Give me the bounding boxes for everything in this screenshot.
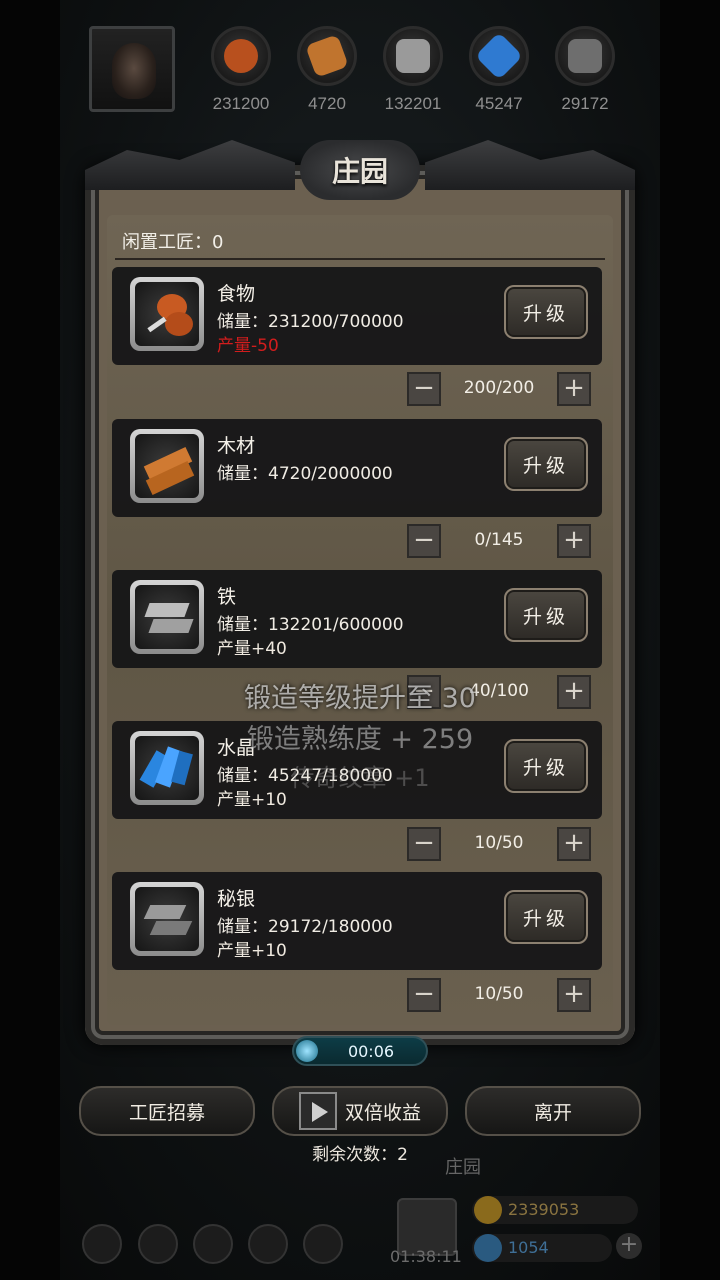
plus-button[interactable]: + — [557, 978, 591, 1012]
resource-row-iron: 铁 储量：132201/600000 产量+40 升级 — [112, 570, 602, 668]
plus-button[interactable]: + — [557, 675, 591, 709]
worker-count: 40/100 — [469, 681, 529, 701]
resource-iron: 132201 — [370, 26, 456, 114]
iron-icon — [383, 26, 443, 86]
worker-count: 10/50 — [474, 984, 524, 1004]
recruit-label: 工匠招募 — [128, 1101, 205, 1124]
resource-name: 秘银 — [217, 888, 256, 910]
resource-name: 水晶 — [217, 737, 256, 759]
food-icon — [130, 277, 204, 351]
left-letterbox — [0, 0, 60, 1280]
resource-wood: 4720 — [284, 26, 370, 114]
upgrade-button[interactable]: 升级 — [504, 739, 588, 793]
resource-production: 产量+10 — [217, 790, 287, 810]
mithril-icon — [555, 26, 615, 86]
resource-name: 木材 — [217, 435, 256, 457]
gold-coin-icon — [474, 1196, 502, 1224]
resource-value: 132201 — [384, 94, 442, 113]
resource-stock: 储量：29172/180000 — [217, 917, 393, 937]
footer-title: 庄园 — [445, 1157, 481, 1178]
crystal-icon — [469, 26, 529, 86]
gold-counter: 2339053 — [472, 1196, 638, 1224]
minus-button[interactable]: − — [407, 372, 441, 406]
double-reward-label: 双倍收益 — [344, 1101, 421, 1124]
resource-stock: 储量：132201/600000 — [217, 615, 404, 635]
remaining-count: 剩余次数：2 — [312, 1145, 408, 1165]
resource-stock: 储量：231200/700000 — [217, 312, 404, 332]
resource-mithril: 29172 — [542, 26, 628, 114]
resource-stock: 储量：4720/2000000 — [217, 464, 393, 484]
resource-production: 产量+40 — [217, 639, 287, 659]
upgrade-button[interactable]: 升级 — [504, 890, 588, 944]
gold-value: 2339053 — [508, 1200, 580, 1219]
double-reward-button[interactable]: 双倍收益 — [272, 1086, 448, 1136]
minus-button[interactable]: − — [407, 675, 441, 709]
worker-stepper-mithril: − 10/50 + — [407, 978, 591, 1012]
resource-bar: 231200 4720 132201 45247 29172 — [85, 22, 625, 117]
resource-food: 231200 — [198, 26, 284, 114]
upgrade-button[interactable]: 升级 — [504, 285, 588, 339]
resource-production: 产量+10 — [217, 941, 287, 961]
minus-button[interactable]: − — [407, 978, 441, 1012]
worker-count: 0/145 — [474, 530, 524, 550]
worker-stepper-wood: − 0/145 + — [407, 524, 591, 558]
food-icon — [211, 26, 271, 86]
worker-stepper-crystal: − 10/50 + — [407, 827, 591, 861]
resource-value: 45247 — [475, 94, 523, 113]
worker-count: 10/50 — [474, 833, 524, 853]
footer-clock: 01:38:11 — [390, 1247, 462, 1266]
minus-button[interactable]: − — [407, 827, 441, 861]
iron-icon — [130, 580, 204, 654]
idle-workers-label: 闲置工匠：0 — [122, 232, 224, 253]
worker-count: 200/200 — [463, 378, 535, 398]
worker-stepper-food: − 200/200 + — [407, 372, 591, 406]
mail-icon[interactable] — [248, 1224, 288, 1264]
wood-icon — [130, 429, 204, 503]
resource-value: 231200 — [212, 94, 270, 113]
avatar[interactable] — [89, 26, 175, 112]
settings-icon[interactable] — [82, 1224, 122, 1264]
page-title: 庄园 — [331, 155, 388, 188]
right-letterbox — [660, 0, 720, 1280]
gem-counter: 1054 — [472, 1234, 612, 1262]
resource-value: 4720 — [308, 94, 346, 113]
leave-button[interactable]: 离开 — [465, 1086, 641, 1136]
resource-row-wood: 木材 储量：4720/2000000 升级 — [112, 419, 602, 517]
shop-icon[interactable] — [193, 1224, 233, 1264]
social-icon[interactable] — [303, 1224, 343, 1264]
plus-button[interactable]: + — [557, 827, 591, 861]
play-video-icon — [298, 1092, 337, 1130]
plus-button[interactable]: + — [557, 524, 591, 558]
timer-text: 00:06 — [347, 1042, 395, 1061]
resource-stock: 储量：45247/180000 — [217, 766, 393, 786]
resource-crystal: 45247 — [456, 26, 542, 114]
gem-icon — [474, 1234, 502, 1262]
resource-name: 食物 — [217, 283, 256, 305]
worker-stepper-iron: − 40/100 + — [407, 675, 591, 709]
resource-row-food: 食物 储量：231200/700000 产量-50 升级 — [112, 267, 602, 365]
resource-name: 铁 — [217, 586, 237, 608]
wood-icon — [297, 26, 357, 86]
upgrade-button[interactable]: 升级 — [504, 437, 588, 491]
plus-button[interactable]: + — [557, 372, 591, 406]
recruit-button[interactable]: 工匠招募 — [79, 1086, 255, 1136]
upgrade-button[interactable]: 升级 — [504, 588, 588, 642]
timer-orb-icon — [296, 1040, 318, 1062]
add-currency-button[interactable]: + — [616, 1233, 642, 1259]
crystal-icon — [130, 731, 204, 805]
resource-row-crystal: 水晶 储量：45247/180000 产量+10 升级 — [112, 721, 602, 819]
resource-value: 29172 — [561, 94, 609, 113]
menu-icon[interactable] — [138, 1224, 178, 1264]
minus-button[interactable]: − — [407, 524, 441, 558]
countdown-timer: 00:06 — [292, 1036, 428, 1066]
resource-row-mithril: 秘银 储量：29172/180000 产量+10 升级 — [112, 872, 602, 970]
divider — [115, 258, 605, 260]
gem-value: 1054 — [508, 1238, 549, 1257]
resource-production: 产量-50 — [217, 336, 279, 356]
mithril-icon — [130, 882, 204, 956]
leave-label: 离开 — [533, 1101, 572, 1124]
avatar-portrait — [112, 43, 156, 99]
